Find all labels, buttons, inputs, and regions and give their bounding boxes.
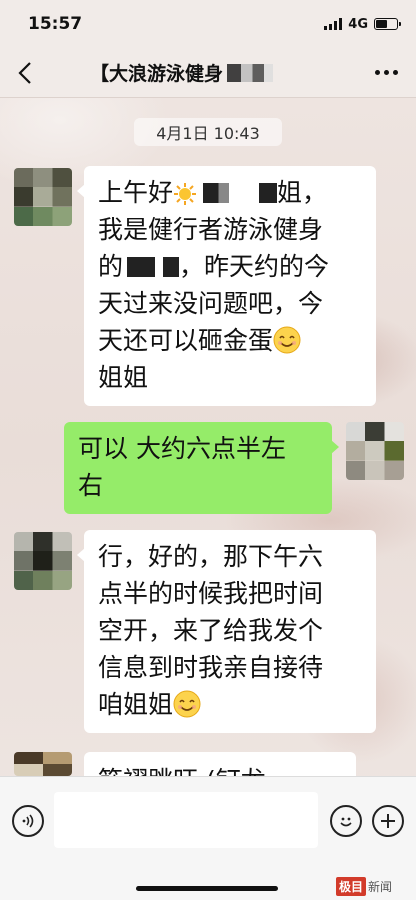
voice-icon: [22, 814, 34, 828]
sun-emoji-icon: [174, 183, 197, 205]
more-dots-icon[interactable]: [356, 48, 416, 98]
plus-icon: [381, 814, 395, 828]
contact-avatar[interactable]: [14, 532, 72, 590]
status-indicators: 4G: [324, 16, 401, 32]
name-redaction: [259, 183, 278, 203]
chevron-left-icon: [18, 61, 31, 84]
chat-title: 【大浪游泳健身: [50, 59, 356, 86]
message-text: 咱姐姐: [98, 690, 174, 719]
watermark-brand: 极目: [336, 876, 367, 896]
emoji-icon: [340, 817, 352, 827]
emoji-button[interactable]: [330, 805, 362, 837]
contact-avatar[interactable]: [14, 168, 72, 226]
smile-emoji-icon: [173, 690, 201, 718]
name-redaction: [127, 257, 156, 277]
message-timestamp: 4月1日 10:43: [134, 118, 282, 146]
message-text: 天过来没问题吧，今: [98, 289, 324, 318]
signal-icon: [324, 18, 343, 30]
my-avatar[interactable]: [346, 422, 404, 480]
message-text: 点半的时候我把时间: [98, 579, 324, 608]
message-input[interactable]: [54, 792, 318, 848]
message-text: 空开，来了给我发个: [98, 616, 324, 645]
chat-title-text: 【大浪游泳健身: [90, 63, 224, 85]
chat-header: 【大浪游泳健身: [0, 48, 416, 98]
contact-avatar[interactable]: [14, 752, 72, 776]
message-text: 我是健行者游泳健身: [98, 215, 324, 244]
back-button[interactable]: [0, 48, 50, 98]
name-redaction: [163, 257, 180, 277]
status-time: 15:57: [28, 14, 83, 34]
plus-button[interactable]: [372, 805, 404, 837]
message-text: 右: [78, 471, 104, 500]
message-text: 姐姐: [98, 363, 149, 392]
message-bubble-incoming[interactable]: 上午好 姐， 我是健行者游泳健身 的 ，昨天约的今 天过来没问题吧，今 天还可以砸…: [77, 166, 376, 406]
voice-button[interactable]: [12, 805, 44, 837]
status-bar: 15:57 4G: [0, 0, 416, 48]
message-bubble-incoming[interactable]: 行，好的，那下午六 点半的时候我把时间 空开，来了给我发个 信息到时我亲自接待 …: [77, 530, 376, 733]
home-indicator[interactable]: [136, 886, 278, 891]
battery-icon: [374, 18, 401, 30]
news-watermark: 极目 新闻: [336, 876, 410, 896]
message-text: ，昨天约的今: [179, 252, 330, 281]
message-text: 天还可以砸金蛋: [98, 326, 274, 355]
message-bubble-incoming[interactable]: 筋褶跳旺 (钉龙: [84, 752, 356, 776]
name-redaction: [203, 183, 230, 203]
message-text: 的: [98, 252, 124, 281]
smile-emoji-icon: [273, 326, 301, 354]
message-bubble-outgoing[interactable]: 可以 大约六点半左 右: [64, 422, 339, 514]
message-text: 姐，: [277, 178, 328, 207]
message-text: 信息到时我亲自接待: [98, 653, 324, 682]
message-text: 可以 大约六点半左: [78, 434, 286, 463]
network-type: 4G: [348, 16, 368, 32]
watermark-suffix: 新闻: [368, 879, 393, 894]
message-text: 行，好的，那下午六: [98, 542, 324, 571]
title-redaction: [227, 63, 274, 82]
message-text: 上午好: [98, 178, 174, 207]
message-text: 筋褶跳旺 (钉龙: [98, 766, 266, 776]
